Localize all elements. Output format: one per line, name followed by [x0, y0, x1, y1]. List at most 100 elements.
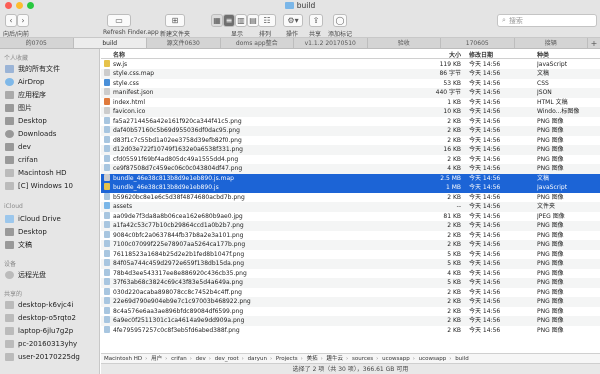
- sidebar-item[interactable]: 远程光盘: [5, 268, 46, 281]
- path-segment[interactable]: build: [455, 354, 469, 363]
- new-folder-button[interactable]: ⊞: [165, 14, 185, 27]
- table-row[interactable]: 22e69d790e904eb9e7c1c97003b468922.png 2 K…: [101, 297, 600, 307]
- column-view-button[interactable]: ▥: [235, 14, 247, 27]
- file-icon: [104, 59, 110, 67]
- table-row[interactable]: 76118523a1684b25d2e2b1fed8b1047f.png 5 KB…: [101, 249, 600, 260]
- refresh-finder-button[interactable]: ▭: [107, 14, 131, 27]
- file-size: 2 KB: [447, 288, 461, 296]
- back-button[interactable]: ‹: [5, 14, 17, 27]
- table-row[interactable]: d83f1c7c55bd1a02ee3758d39efb82f0.png 2 KB…: [101, 135, 600, 146]
- path-segment[interactable]: ucowsapp: [419, 354, 447, 363]
- table-row[interactable]: 78b4d3ee543317ee8e886920c436cb35.png 4 KB…: [101, 268, 600, 279]
- path-segment[interactable]: crifan: [171, 354, 187, 363]
- sidebar-item[interactable]: desktop-o5rqto2: [5, 311, 76, 324]
- sidebar-item[interactable]: desktop-k6vjc4i: [5, 298, 73, 311]
- tab-item-active[interactable]: build: [73, 38, 147, 48]
- sidebar-item[interactable]: user-20170225dg: [5, 350, 80, 363]
- share-button[interactable]: ⇪: [309, 14, 323, 27]
- sidebar-item[interactable]: Macintosh HD: [5, 166, 67, 179]
- path-segment[interactable]: dev_root: [215, 354, 239, 363]
- sidebar-item[interactable]: Desktop: [5, 114, 47, 127]
- sidebar-item[interactable]: [C] Windows 10: [5, 179, 73, 192]
- path-segment[interactable]: sources: [352, 354, 373, 363]
- table-row[interactable]: a1fa42c53c77b10cb29864ccd1a0b2b7.png 2 KB…: [101, 221, 600, 231]
- table-row[interactable]: bundle_46e38c813b8d9e1eb890.js 1 MB 今天 14:…: [101, 183, 600, 193]
- sidebar-item[interactable]: 文稿: [5, 238, 32, 251]
- tab-item[interactable]: doms app整合: [221, 38, 294, 48]
- search-field[interactable]: ⌕ 搜索: [497, 14, 597, 27]
- table-row[interactable]: 9084c0bfc2a0637844fb37b8a2e3a101.png 2 KB…: [101, 230, 600, 241]
- icon-view-button[interactable]: ▦: [211, 14, 223, 27]
- sidebar-item[interactable]: Desktop: [5, 225, 47, 238]
- table-row[interactable]: 030d220acaba898078cc8c7452b4c4ff.png 2 KB…: [101, 287, 600, 298]
- table-row[interactable]: style.css.map 86 字节 今天 14:56 文稿: [101, 69, 600, 79]
- tab-item[interactable]: v1.1.2 20170510: [294, 38, 368, 48]
- path-segment[interactable]: Macintosh HD: [104, 354, 142, 363]
- table-row[interactable]: fa5a2714456a42e161f920ca344f41c5.png 2 KB…: [101, 116, 600, 127]
- sidebar-item[interactable]: iCloud Drive: [5, 212, 61, 225]
- table-row[interactable]: 8c4a576e6aa3ae896bfdc89084df6599.png 2 KB…: [101, 306, 600, 317]
- sidebar-item-label: 远程光盘: [18, 270, 46, 279]
- refresh-finder-label: Refresh Finder.app: [103, 29, 159, 36]
- table-row[interactable]: assets -- 今天 14:56 文件夹: [101, 202, 600, 212]
- file-size: 4 KB: [447, 165, 461, 172]
- path-segment[interactable]: 趣牛云: [327, 354, 344, 363]
- forward-button[interactable]: ›: [17, 14, 29, 27]
- table-row[interactable]: 6a9ec0f2511301c1ca4614a9e9dd909a.png 2 KB…: [101, 316, 600, 326]
- column-header-date[interactable]: 修改日期: [469, 50, 493, 59]
- path-bar: Macintosh HD › 用户 › crifan › dev › dev_root ›…: [101, 353, 600, 363]
- column-header-name[interactable]: 名称: [113, 50, 125, 59]
- path-segment[interactable]: daryun: [248, 354, 267, 363]
- minimize-button[interactable]: [16, 2, 23, 9]
- table-row[interactable]: 4fe795957257c0c8f3eb5fd6abed388f.png 2 KB…: [101, 325, 600, 336]
- table-row[interactable]: favicon.ico 10 KB 今天 14:56 Windo...标图像: [101, 107, 600, 117]
- file-name: manifest.json: [113, 89, 154, 96]
- path-segment[interactable]: ucowsapp: [382, 354, 410, 363]
- sidebar-item[interactable]: 图片: [5, 101, 32, 114]
- path-segment[interactable]: dev: [196, 354, 206, 363]
- table-row[interactable]: 84f05a744c459d2972e659f138db15da.png 5 KB…: [101, 259, 600, 269]
- close-button[interactable]: [5, 2, 12, 9]
- sidebar-item[interactable]: laptop-6jlu7g2p: [5, 324, 73, 337]
- tab-item[interactable]: 接辆: [515, 38, 588, 48]
- table-row[interactable]: sw.js 119 KB 今天 14:56 JavaScript: [101, 59, 600, 70]
- column-header-size[interactable]: 大小: [401, 50, 461, 59]
- gear-icon: ⚙▾: [287, 16, 299, 25]
- action-button[interactable]: ⚙▾: [283, 14, 303, 27]
- file-date: 今天 14:56: [469, 117, 501, 125]
- table-row[interactable]: bundle_46e38c813b8d9e1eb890.js.map 2.5 MB…: [101, 173, 600, 183]
- table-row[interactable]: b59620bc8e1e6c5d38f4874680acbd7b.png 2 KB…: [101, 192, 600, 203]
- table-row[interactable]: ce9f87508d7c459ec06c0c043804df47.png 4 KB…: [101, 164, 600, 174]
- sidebar-item[interactable]: 我的所有文件: [5, 62, 60, 75]
- tags-button[interactable]: ◯: [333, 14, 347, 27]
- table-row[interactable]: aa09de7f3da8a8b06cea162e680b9ae0.jpg 81 K…: [101, 211, 600, 222]
- table-row[interactable]: cfd05591f69bf4ad805dc49a1555dd4.png 2 KB 今…: [101, 154, 600, 165]
- sidebar-item[interactable]: 应用程序: [5, 88, 46, 101]
- path-segment[interactable]: 美拓: [307, 354, 318, 363]
- table-row[interactable]: daf40b57160c5b69d955036df0dac95.png 2 KB 今…: [101, 126, 600, 136]
- table-row[interactable]: 37f63ab68c3824c69c43f83e5d4a649a.png 5 KB…: [101, 278, 600, 288]
- add-tab-button[interactable]: +: [588, 38, 600, 48]
- column-header-kind[interactable]: 种类: [537, 50, 549, 59]
- table-row[interactable]: manifest.json 440 字节 今天 14:56 JSON: [101, 88, 600, 98]
- zoom-button[interactable]: [27, 2, 34, 9]
- tab-item[interactable]: 源文件0630: [147, 38, 221, 48]
- sidebar-item[interactable]: crifan: [5, 153, 38, 166]
- terminal-icon: ▭: [115, 16, 123, 25]
- sidebar-item[interactable]: Downloads: [5, 127, 56, 140]
- path-segment[interactable]: 用户: [151, 354, 162, 363]
- tab-item[interactable]: 170605: [441, 38, 515, 48]
- table-row[interactable]: index.html 1 KB 今天 14:56 HTML 文稿: [101, 97, 600, 108]
- applications-icon: [5, 90, 14, 99]
- sidebar-item[interactable]: AirDrop: [5, 75, 44, 88]
- table-row[interactable]: 7100c07099f225e78907aa5264ca177b.png 2 KB…: [101, 240, 600, 250]
- tab-item[interactable]: 的0705: [0, 38, 74, 48]
- path-segment[interactable]: Projects: [276, 354, 298, 363]
- list-view-button[interactable]: ≡: [223, 14, 235, 27]
- arrange-button[interactable]: ☷: [258, 14, 276, 27]
- sidebar-item[interactable]: dev: [5, 140, 31, 153]
- sidebar-item[interactable]: pc-20160313yhy: [5, 337, 77, 350]
- table-row[interactable]: style.css 53 KB 今天 14:56 CSS: [101, 78, 600, 89]
- tab-item[interactable]: 验收: [368, 38, 441, 48]
- table-row[interactable]: d12d03e722f10749f1632e0a6538f331.png 16 K…: [101, 145, 600, 155]
